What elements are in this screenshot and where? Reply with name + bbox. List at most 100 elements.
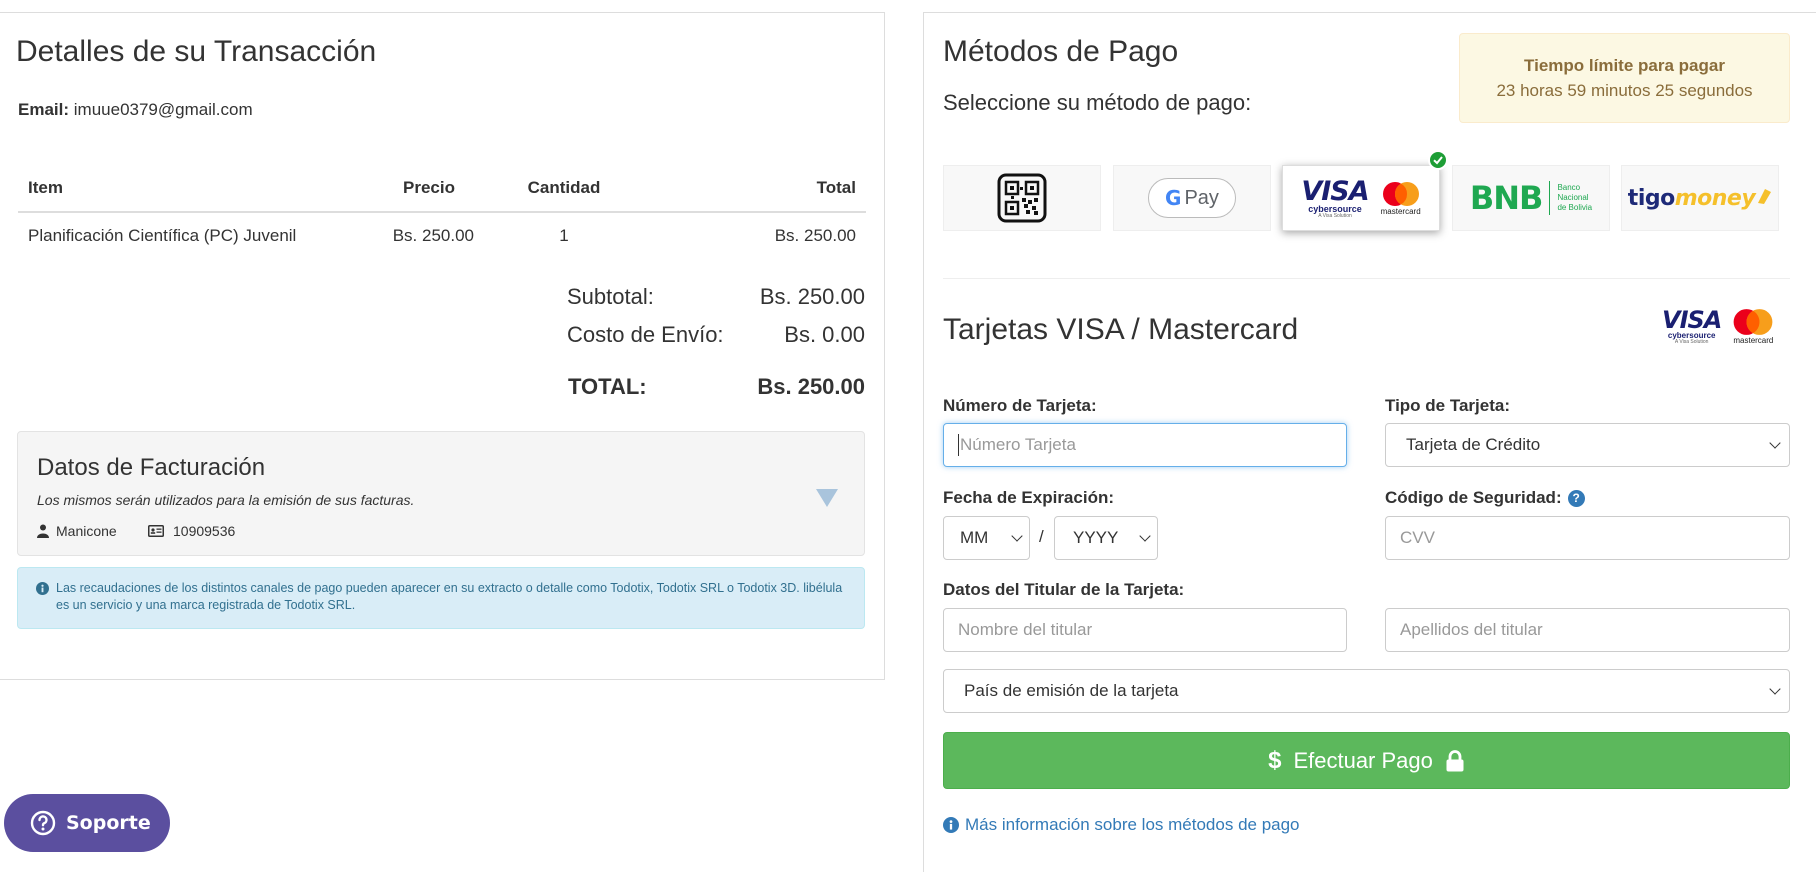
cards-title: Tarjetas VISA / Mastercard [943,313,1299,346]
pay-button-label: Efectuar Pago [1293,747,1433,773]
email-label: Email: [18,100,70,119]
id-card-icon [148,525,164,537]
country-placeholder: País de emisión de la tarjeta [964,681,1179,700]
info-circle-icon [943,817,959,833]
visa-small-logo: VISA cybersource A Visa Solution [1662,306,1722,345]
divider [943,278,1790,279]
support-button[interactable]: Soporte [4,794,170,852]
chevron-down-icon [1011,530,1023,542]
google-pay-logo: G Pay [1148,178,1236,218]
bnb-logo: BNB Banco Nacional de Bolivia [1470,179,1592,217]
chevron-down-icon [1769,437,1781,449]
card-number-input[interactable]: Número Tarjeta [943,423,1347,467]
holder-first-name-input[interactable]: Nombre del titular [943,608,1347,652]
transaction-panel: Detalles de su Transacción Email: imuue0… [0,12,885,680]
method-tigo-money[interactable]: tigo money [1621,165,1779,231]
method-visa-mastercard[interactable]: VISA cybersource A Visa Solution masterc… [1282,165,1440,231]
money-text: money [1674,185,1756,211]
bnb-sub2: Nacional [1557,193,1589,202]
cards-brand-logos: VISA cybersource A Visa Solution masterc… [1662,308,1775,345]
table-row: Planificación Científica (PC) Juvenil Bs… [18,212,866,259]
card-type-value: Tarjeta de Crédito [1406,435,1541,454]
timer-value: 23 horas 59 minutos 25 segundos [1496,81,1753,100]
info-icon [36,582,49,595]
cvv-label-row: Código de Seguridad: ? [1385,488,1585,508]
bnb-sub3: de Bolivia [1557,203,1593,212]
info-alert-text: Las recaudaciones de los distintos canal… [56,581,843,612]
shipping-label: Costo de Envío: [567,322,724,347]
mastercard-circles-icon [1382,181,1419,206]
text-caret [958,434,959,456]
col-item: Item [18,169,374,213]
row-price: Bs. 250.00 [392,226,474,245]
help-icon-glyph: ? [1572,491,1580,505]
billing-nit-value: 10909536 [173,523,236,539]
dollar-icon: $ [1268,746,1282,774]
email-value: imuue0379@gmail.com [73,100,253,119]
row-item: Planificación Científica (PC) Juvenil [28,226,297,245]
mastercard-small-icon [1733,309,1773,335]
row-total: Bs. 250.00 [774,226,856,245]
billing-section[interactable]: Datos de Facturación Los mismos serán ut… [17,431,865,556]
card-type-select[interactable]: Tarjeta de Crédito [1385,423,1790,467]
mastercard-small-text: mastercard [1733,336,1774,345]
google-pay-text: Pay [1184,186,1219,209]
billing-user: Manicone [37,523,117,539]
expiry-month-select[interactable]: MM [943,516,1030,560]
holder-last-name-input[interactable]: Apellidos del titular [1385,608,1790,652]
row-qty: 1 [559,226,569,245]
chevron-down-icon [1139,530,1151,542]
subtotal-value: Bs. 250.00 [759,284,865,309]
payment-title: Métodos de Pago [943,35,1179,68]
visa-cybersource-logo: VISA cybersource A Visa Solution [1301,175,1369,219]
info-alert: Las recaudaciones de los distintos canal… [17,567,865,629]
cvv-input[interactable]: CVV [1385,516,1790,560]
visa-solution-small-text: A Visa Solution [1674,339,1709,345]
lock-icon [1446,749,1464,771]
mastercard-text: mastercard [1380,206,1421,216]
expiry-month-value: MM [960,528,989,547]
chevron-down-icon [1769,683,1781,695]
visa-small-text: VISA [1662,306,1722,334]
bnb-text: BNB [1469,179,1544,217]
support-label: Soporte [66,812,151,834]
more-info-link[interactable]: Más información sobre los métodos de pag… [943,815,1300,835]
expand-triangle-icon[interactable] [816,489,838,507]
mastercard-logo: mastercard [1381,181,1421,216]
selected-check-icon [1428,150,1448,170]
visa-solution-text: A Visa Solution [1318,212,1352,219]
items-header-row: Item Precio Cantidad Total [18,169,866,213]
qr-code-icon [997,173,1047,223]
expiry-label: Fecha de Expiración: [943,488,1114,507]
cvv-placeholder: CVV [1400,528,1435,547]
col-total: Total [644,169,866,213]
total-value: Bs. 250.00 [757,374,865,399]
method-bnb[interactable]: BNB Banco Nacional de Bolivia [1452,165,1610,231]
expiry-year-value: YYYY [1073,528,1119,547]
billing-nit: 10909536 [148,523,235,539]
col-price: Precio [374,169,484,213]
col-qty: Cantidad [484,169,644,213]
shipping-value: Bs. 0.00 [784,322,865,347]
bnb-sub1: Banco [1557,183,1581,192]
expiry-year-select[interactable]: YYYY [1054,516,1158,560]
tigo-text: tigo [1627,185,1675,211]
holder-first-placeholder: Nombre del titular [958,620,1093,639]
google-g-letter: G [1165,186,1182,210]
total-label: TOTAL: [568,374,647,399]
question-circle-icon [30,810,56,836]
method-qr[interactable] [943,165,1101,231]
method-google-pay[interactable]: G Pay [1113,165,1271,231]
visa-text: VISA [1301,175,1369,207]
pay-button[interactable]: $ Efectuar Pago [943,732,1790,789]
email-row: Email: imuue0379@gmail.com [18,100,253,120]
bnb-fullname: Banco Nacional de Bolivia [1557,183,1592,213]
help-icon[interactable]: ? [1567,489,1585,507]
subtotal-label: Subtotal: [567,284,654,309]
billing-name: Manicone [56,523,117,539]
billing-subtitle: Los mismos serán utilizados para la emis… [37,492,415,508]
user-icon [37,524,49,538]
cvv-label: Código de Seguridad: [1385,488,1562,507]
country-select[interactable]: País de emisión de la tarjeta [943,669,1790,713]
holder-label: Datos del Titular de la Tarjeta: [943,580,1185,599]
